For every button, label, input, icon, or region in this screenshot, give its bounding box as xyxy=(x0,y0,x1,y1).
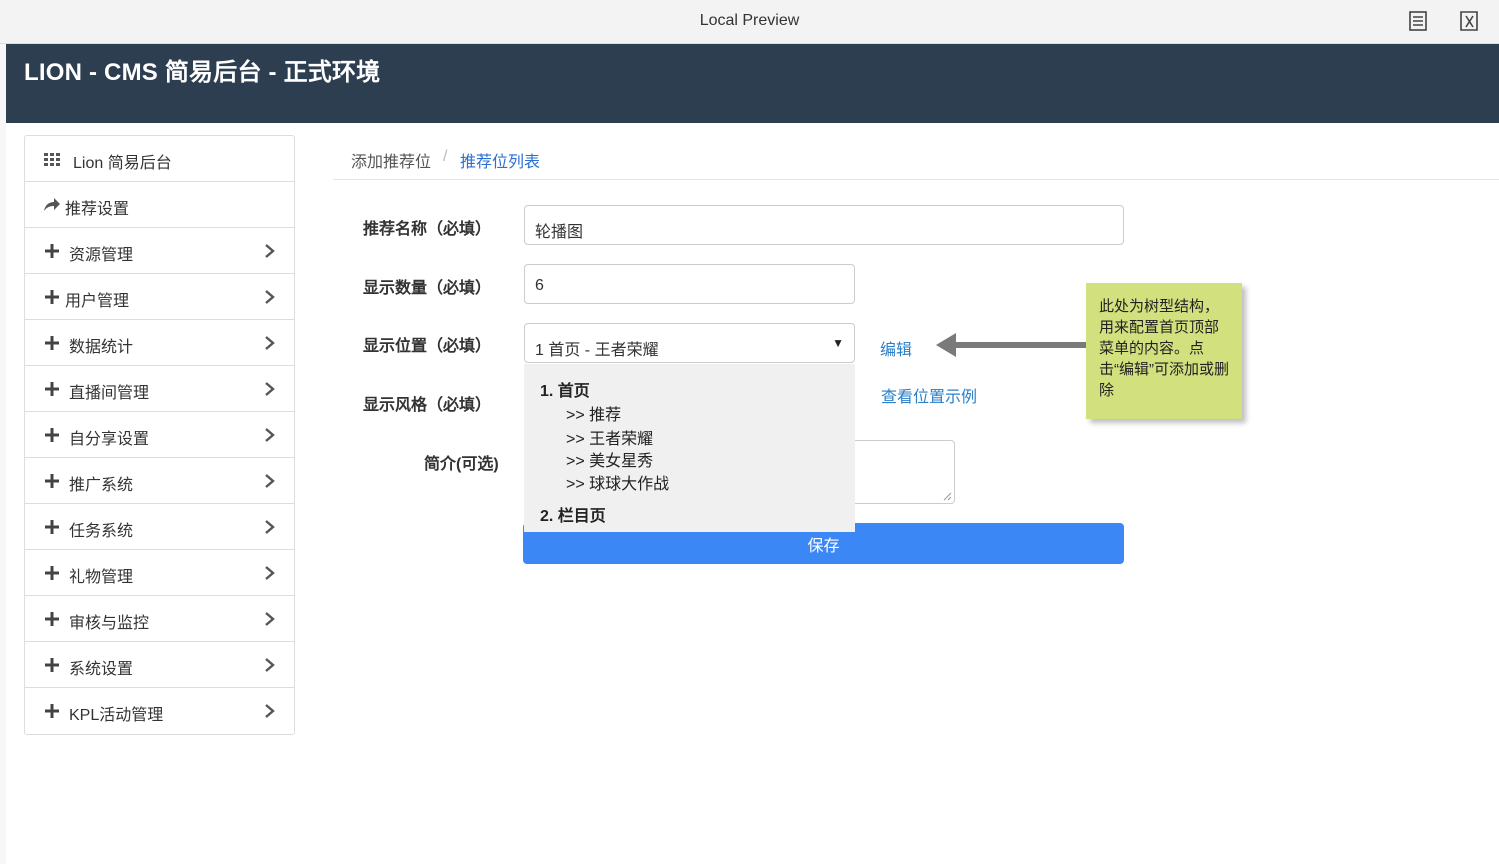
plus-icon xyxy=(45,612,59,626)
sidebar-item-label: 礼物管理 xyxy=(69,569,134,586)
sidebar-item-label: 自分享设置 xyxy=(69,431,150,448)
sidebar-item-system-settings[interactable]: 系统设置 xyxy=(25,642,294,688)
count-input[interactable]: 6 xyxy=(524,264,855,304)
window-title: Local Preview xyxy=(699,12,800,29)
dropdown-option[interactable]: >> 王者荣耀 xyxy=(566,425,653,449)
sidebar-item-resource[interactable]: 资源管理 xyxy=(25,228,294,274)
sidebar-item-live-rooms[interactable]: 直播间管理 xyxy=(25,366,294,412)
plus-icon xyxy=(45,382,59,396)
sidebar-item-label: 任务系统 xyxy=(69,523,134,540)
annotation-arrow-icon xyxy=(936,333,1088,357)
sidebar-item-label: Lion 简易后台 xyxy=(73,155,172,172)
chevron-right-icon xyxy=(265,244,275,258)
sidebar-item-users[interactable]: 用户管理 xyxy=(25,274,294,320)
sidebar-item-label: 系统设置 xyxy=(69,661,134,678)
position-select[interactable]: 1 首页 - 王者荣耀 ▼ xyxy=(524,323,855,363)
plus-icon xyxy=(45,474,59,488)
sidebar-item-label: 资源管理 xyxy=(69,247,134,264)
breadcrumb-position-list[interactable]: 推荐位列表 xyxy=(460,148,540,172)
chevron-right-icon xyxy=(265,520,275,534)
chevron-right-icon xyxy=(265,290,275,304)
sidebar-item-statistics[interactable]: 数据统计 xyxy=(25,320,294,366)
plus-icon xyxy=(45,244,59,258)
chevron-right-icon xyxy=(265,658,275,672)
plus-icon xyxy=(45,428,59,442)
breadcrumb: 添加推荐位 / 推荐位列表 xyxy=(333,135,1499,180)
view-position-example-link[interactable]: 查看位置示例 xyxy=(881,383,977,407)
sidebar-item-label: 推广系统 xyxy=(69,477,134,494)
intro-textarea[interactable] xyxy=(855,440,955,504)
plus-icon xyxy=(45,520,59,534)
plus-icon xyxy=(45,566,59,580)
plus-icon xyxy=(45,658,59,672)
chevron-right-icon xyxy=(265,474,275,488)
dropdown-group-home: 1. 首页 xyxy=(540,383,590,400)
position-dropdown-list: 1. 首页 >> 推荐 >> 王者荣耀 >> 美女星秀 >> 球球大作战 2. … xyxy=(524,364,855,532)
intro-label: 简介(可选) xyxy=(424,456,499,473)
chevron-right-icon xyxy=(265,566,275,580)
edit-link[interactable]: 编辑 xyxy=(880,336,912,360)
sidebar-item-label: 数据统计 xyxy=(69,339,134,356)
grid-icon xyxy=(44,153,60,166)
sidebar-item-tasks[interactable]: 任务系统 xyxy=(25,504,294,550)
sidebar-item-label: 审核与监控 xyxy=(69,615,150,632)
breadcrumb-separator: / xyxy=(443,148,448,165)
resize-grip-icon[interactable] xyxy=(943,492,952,501)
style-label: 显示风格（必填） xyxy=(363,397,492,414)
share-icon xyxy=(44,198,60,211)
app-header: LION - CMS 简易后台 - 正式环境 xyxy=(6,44,1499,123)
caret-down-icon: ▼ xyxy=(832,336,844,350)
formula-close-icon[interactable] xyxy=(1458,10,1480,32)
sidebar-item-gifts[interactable]: 礼物管理 xyxy=(25,550,294,596)
sidebar-item-label: 推荐设置 xyxy=(65,201,130,218)
sidebar-menu: Lion 简易后台 推荐设置 资源管理 用户管理 数据统计 直播间管理 自分享设… xyxy=(24,135,295,735)
plus-icon xyxy=(45,336,59,350)
dropdown-option[interactable]: >> 推荐 xyxy=(566,401,621,425)
count-label: 显示数量（必填） xyxy=(363,280,492,297)
chevron-right-icon xyxy=(265,382,275,396)
window-titlebar: Local Preview xyxy=(0,0,1499,44)
position-select-value: 1 首页 - 王者荣耀 xyxy=(535,342,659,359)
annotation-note: 此处为树型结构，用来配置首页顶部菜单的内容。点击“编辑”可添加或删除 xyxy=(1086,283,1242,419)
chevron-right-icon xyxy=(265,336,275,350)
position-label: 显示位置（必填） xyxy=(363,338,492,355)
dropdown-option[interactable]: >> 球球大作战 xyxy=(566,470,669,494)
breadcrumb-add-position[interactable]: 添加推荐位 xyxy=(351,148,431,172)
sidebar-item-review-monitor[interactable]: 审核与监控 xyxy=(25,596,294,642)
sidebar-item-label: KPL活动管理 xyxy=(69,707,164,724)
document-icon[interactable] xyxy=(1407,10,1429,32)
chevron-right-icon xyxy=(265,704,275,718)
sidebar-item-kpl-events[interactable]: KPL活动管理 xyxy=(25,688,294,734)
chevron-right-icon xyxy=(265,428,275,442)
sidebar-item-home[interactable]: Lion 简易后台 xyxy=(25,136,294,182)
app-brand-title: LION - CMS 简易后台 - 正式环境 xyxy=(24,59,381,86)
window-left-edge xyxy=(0,44,6,864)
sidebar-item-promotion[interactable]: 推广系统 xyxy=(25,458,294,504)
chevron-right-icon xyxy=(265,612,275,626)
name-input[interactable]: 轮播图 xyxy=(524,205,1124,245)
dropdown-group-column-page: 2. 栏目页 xyxy=(540,508,606,525)
plus-icon xyxy=(45,704,59,718)
plus-icon xyxy=(45,290,59,304)
sidebar-item-recommend-settings[interactable]: 推荐设置 xyxy=(25,182,294,228)
sidebar-item-label: 直播间管理 xyxy=(69,385,150,402)
sidebar-item-label: 用户管理 xyxy=(65,293,130,310)
dropdown-option[interactable]: >> 美女星秀 xyxy=(566,447,653,471)
name-label: 推荐名称（必填） xyxy=(363,221,492,238)
sidebar-item-self-share[interactable]: 自分享设置 xyxy=(25,412,294,458)
